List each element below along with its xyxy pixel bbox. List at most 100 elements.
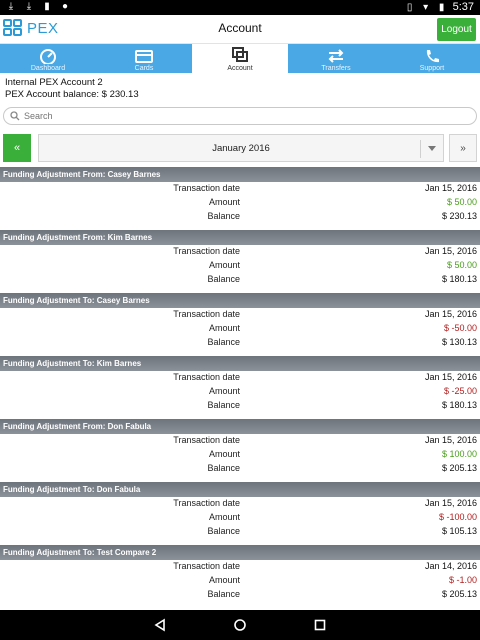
- chevron-down-icon: [428, 146, 436, 151]
- previous-month-button[interactable]: «: [3, 134, 31, 162]
- logout-button[interactable]: Logout: [437, 18, 476, 41]
- search-icon: [10, 111, 20, 121]
- account-info: Internal PEX Account 2 PEX Account balan…: [5, 77, 139, 101]
- battery-icon: ▮: [438, 1, 445, 13]
- dropdown-divider: [420, 140, 421, 158]
- search-input[interactable]: [24, 111, 444, 121]
- transaction-amount: $ -50.00: [443, 323, 477, 333]
- transaction-date: Jan 15, 2016: [424, 372, 477, 382]
- app-bar: PEX Account Logout: [0, 15, 480, 44]
- vibrate-icon: ▯: [406, 1, 413, 13]
- amount-label: Amount: [208, 449, 240, 459]
- status-time: 5:37: [452, 1, 474, 13]
- back-icon: [154, 618, 165, 632]
- recents-icon: [314, 619, 326, 631]
- tab-dashboard[interactable]: Dashboard: [0, 44, 96, 73]
- account-name: Internal PEX Account 2: [5, 77, 103, 88]
- month-dropdown[interactable]: January 2016: [38, 134, 444, 162]
- transaction-date: Jan 15, 2016: [424, 435, 477, 445]
- balance-label: Balance: [207, 526, 240, 536]
- amount-label: Amount: [208, 260, 240, 270]
- transfers-icon: [328, 49, 344, 63]
- phone-icon: [426, 50, 439, 63]
- download-icon: ⤓: [26, 1, 32, 12]
- month-label: January 2016: [212, 142, 270, 154]
- next-month-button[interactable]: »: [449, 134, 477, 162]
- transaction-amount: $ 50.00: [446, 260, 477, 270]
- status-bar: ⤓ ⤓ ▮ ● ▯ ▾ ▮ 5:37: [0, 0, 480, 15]
- page-title: Account: [218, 21, 262, 35]
- tab-support[interactable]: Support: [384, 44, 480, 73]
- dashboard-icon: [40, 49, 56, 64]
- transaction-amount: $ -100.00: [438, 512, 477, 522]
- transaction-item[interactable]: Funding Adjustment To: Kim Barnes Transa…: [0, 356, 480, 419]
- balance-label: Balance: [207, 274, 240, 284]
- transaction-balance: $ 205.13: [441, 589, 477, 599]
- transaction-date: Jan 15, 2016: [424, 183, 477, 193]
- tab-label: Cards: [134, 65, 154, 72]
- android-icon: ●: [61, 1, 69, 12]
- transaction-balance: $ 180.13: [441, 400, 477, 410]
- transaction-date: Jan 15, 2016: [424, 309, 477, 319]
- tab-bar: Dashboard Cards Account Transfers Suppor…: [0, 44, 480, 73]
- date-label: Transaction date: [173, 435, 240, 445]
- transaction-item[interactable]: Funding Adjustment From: Kim Barnes Tran…: [0, 230, 480, 293]
- back-button[interactable]: [152, 617, 168, 633]
- transaction-date: Jan 15, 2016: [424, 246, 477, 256]
- tab-label: Transfers: [321, 65, 351, 72]
- date-label: Transaction date: [173, 372, 240, 382]
- tab-account[interactable]: Account: [192, 44, 288, 73]
- tab-label: Dashboard: [30, 65, 66, 72]
- date-label: Transaction date: [173, 561, 240, 571]
- amount-label: Amount: [208, 386, 240, 396]
- transaction-balance: $ 130.13: [441, 337, 477, 347]
- transaction-balance: $ 205.13: [441, 463, 477, 473]
- account-icon: [232, 47, 248, 62]
- balance-label: Balance: [207, 463, 240, 473]
- month-selector: « January 2016 »: [3, 134, 477, 162]
- account-balance: PEX Account balance: $ 230.13: [5, 89, 139, 100]
- transaction-item[interactable]: Funding Adjustment From: Casey Barnes Tr…: [0, 167, 480, 230]
- transaction-amount: $ 50.00: [446, 197, 477, 207]
- transaction-balance: $ 230.13: [441, 211, 477, 221]
- date-label: Transaction date: [173, 246, 240, 256]
- transaction-title: Funding Adjustment To: Kim Barnes: [0, 356, 480, 371]
- transaction-date: Jan 15, 2016: [424, 498, 477, 508]
- transaction-item[interactable]: Funding Adjustment To: Casey Barnes Tran…: [0, 293, 480, 356]
- balance-label: Balance: [207, 211, 240, 221]
- amount-label: Amount: [208, 512, 240, 522]
- date-label: Transaction date: [173, 309, 240, 319]
- download-icon: ⤓: [8, 1, 14, 12]
- recents-button[interactable]: [312, 617, 328, 633]
- transaction-item[interactable]: Funding Adjustment To: Test Compare 2 Tr…: [0, 545, 480, 608]
- transaction-amount: $ -1.00: [448, 575, 477, 585]
- transaction-balance: $ 180.13: [441, 274, 477, 284]
- search-box[interactable]: [3, 107, 477, 125]
- card-icon: [135, 50, 153, 63]
- tab-label: Support: [419, 65, 445, 72]
- home-icon: [234, 619, 246, 631]
- transaction-title: Funding Adjustment To: Casey Barnes: [0, 293, 480, 308]
- date-label: Transaction date: [173, 498, 240, 508]
- balance-label: Balance: [207, 400, 240, 410]
- home-button[interactable]: [232, 617, 248, 633]
- wifi-icon: ▾: [423, 1, 429, 13]
- transaction-item[interactable]: Funding Adjustment To: Don Fabula Transa…: [0, 482, 480, 545]
- transaction-title: Funding Adjustment From: Casey Barnes: [0, 167, 480, 182]
- amount-label: Amount: [208, 197, 240, 207]
- transaction-item[interactable]: Funding Adjustment From: Don Fabula Tran…: [0, 419, 480, 482]
- transaction-amount: $ 100.00: [441, 449, 477, 459]
- navigation-bar: [0, 610, 480, 640]
- tab-cards[interactable]: Cards: [96, 44, 192, 73]
- transaction-title: Funding Adjustment To: Test Compare 2: [0, 545, 480, 560]
- amount-label: Amount: [208, 323, 240, 333]
- tab-transfers[interactable]: Transfers: [288, 44, 384, 73]
- date-label: Transaction date: [173, 183, 240, 193]
- transaction-list: Funding Adjustment From: Casey Barnes Tr…: [0, 167, 480, 608]
- balance-label: Balance: [207, 589, 240, 599]
- transaction-title: Funding Adjustment From: Kim Barnes: [0, 230, 480, 245]
- transaction-date: Jan 14, 2016: [424, 561, 477, 571]
- amount-label: Amount: [208, 575, 240, 585]
- transaction-amount: $ -25.00: [443, 386, 477, 396]
- transaction-title: Funding Adjustment From: Don Fabula: [0, 419, 480, 434]
